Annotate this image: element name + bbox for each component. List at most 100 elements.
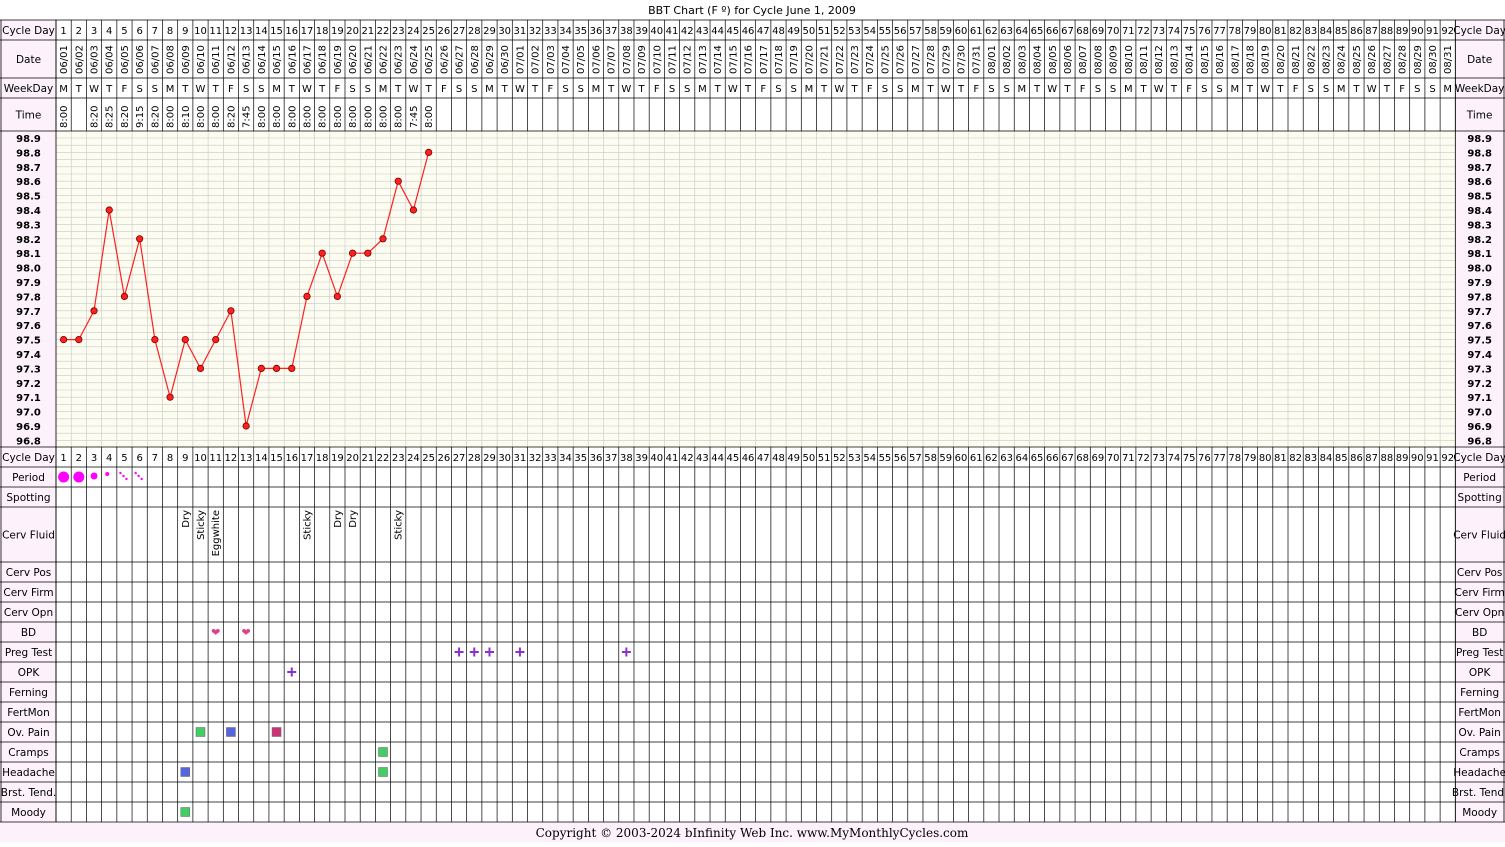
- date-cell: 07/21: [820, 45, 831, 74]
- cycle-day-number: 28: [468, 453, 481, 464]
- weekday-cell: M: [1018, 84, 1027, 95]
- row-label-right-headache: Headache: [1453, 767, 1505, 779]
- cycle-day-number: 88: [1381, 453, 1394, 464]
- time-cell: 8:00: [333, 106, 344, 128]
- date-cell: 08/25: [1352, 45, 1363, 74]
- cycle-day-number: 33: [544, 26, 557, 37]
- row-label-left-ov_pain: Ov. Pain: [7, 727, 49, 739]
- cycle-day-number: 29: [483, 453, 496, 464]
- weekday-cell: S: [791, 84, 797, 95]
- cycle-day-number: 50: [803, 26, 816, 37]
- cycle-day-number: 78: [1228, 453, 1241, 464]
- weekday-cell: T: [181, 84, 189, 95]
- weekday-cell: T: [1276, 84, 1284, 95]
- time-cell: 8:00: [348, 106, 359, 128]
- cerv-fluid-entry: Dry: [181, 510, 192, 528]
- weekday-cell: S: [1003, 84, 1009, 95]
- row-label-left-cerv_fluid: Cerv Fluid: [2, 530, 55, 542]
- bbt-chart: BBT Chart (F º) for Cycle June 1, 2009 C…: [0, 0, 1505, 842]
- time-cell: 7:45: [409, 106, 420, 128]
- date-cell: 06/27: [455, 45, 466, 74]
- weekday-cell: T: [820, 84, 828, 95]
- cycle-day-number: 72: [1137, 26, 1150, 37]
- cycle-day-number: 21: [361, 453, 374, 464]
- cycle-day-number: 27: [453, 453, 466, 464]
- date-cell: 08/01: [987, 45, 998, 74]
- cycle-day-number: 19: [331, 26, 344, 37]
- cycle-day-number: 64: [1015, 26, 1028, 37]
- cycle-day-number: 84: [1320, 453, 1333, 464]
- cycle-day-number: 2: [76, 26, 82, 37]
- weekday-cell: W: [89, 84, 99, 95]
- weekday-cell: T: [318, 84, 326, 95]
- row-label-left-ferning: Ferning: [9, 687, 48, 699]
- date-cell: 08/05: [1048, 45, 1059, 74]
- cycle-day-number: 39: [635, 453, 648, 464]
- row-label-right-time: Time: [1466, 110, 1493, 122]
- cycle-day-number: 9: [182, 26, 188, 37]
- cycle-day-number: 1: [60, 453, 66, 464]
- weekday-cell: S: [1323, 84, 1329, 95]
- cycle-day-number: 57: [909, 26, 922, 37]
- chart-title: BBT Chart (F º) for Cycle June 1, 2009: [648, 4, 856, 17]
- cycle-day-number: 7: [152, 26, 158, 37]
- cycle-day-number: 52: [833, 453, 846, 464]
- cycle-day-number: 5: [121, 26, 127, 37]
- row-label-left-cramps: Cramps: [8, 747, 48, 759]
- y-tick-label-right: 98.6: [1467, 177, 1492, 188]
- cycle-day-number: 62: [985, 26, 998, 37]
- row-label-right-ov_pain: Ov. Pain: [1459, 727, 1501, 739]
- cycle-day-number: 4: [106, 453, 112, 464]
- ov-pain-square-mark: [271, 727, 282, 737]
- cycle-day-number: 76: [1198, 453, 1211, 464]
- y-tick-label-left: 98.2: [16, 235, 41, 246]
- weekday-cell: T: [607, 84, 615, 95]
- y-tick-label-left: 98.3: [16, 220, 41, 231]
- temperature-point: [242, 422, 250, 430]
- date-cell: 07/20: [804, 45, 815, 74]
- cycle-day-number: 55: [879, 453, 892, 464]
- cycle-day-number: 7: [152, 453, 158, 464]
- cycle-day-number: 40: [650, 453, 663, 464]
- time-cell: 8:00: [196, 106, 207, 128]
- row-label-left-date: Date: [16, 54, 41, 66]
- weekday-cell: S: [669, 84, 675, 95]
- time-cell: 8:00: [272, 106, 283, 128]
- y-tick-label-left: 97.2: [16, 379, 41, 390]
- row-label-right-cerv_firm: Cerv Firm: [1455, 587, 1505, 599]
- cycle-day-number: 47: [757, 453, 770, 464]
- temperature-point: [318, 249, 326, 257]
- cycle-day-number: 59: [939, 453, 952, 464]
- weekday-cell: F: [654, 84, 660, 95]
- cycle-day-number: 91: [1426, 453, 1439, 464]
- date-cell: 08/21: [1291, 45, 1302, 74]
- date-cell: 08/30: [1428, 45, 1439, 74]
- row-label-right-cycle_day: Cycle Day: [1453, 25, 1505, 37]
- weekday-cell: S: [258, 84, 264, 95]
- cycle-day-number: 68: [1076, 453, 1089, 464]
- row-label-left-cerv_firm: Cerv Firm: [3, 587, 53, 599]
- weekday-cell: M: [592, 84, 601, 95]
- date-cell: 08/07: [1078, 45, 1089, 74]
- row-label-left-cycle_day: Cycle Day: [2, 452, 55, 464]
- row-label-right-date: Date: [1467, 54, 1492, 66]
- cycle-day-number: 48: [772, 26, 785, 37]
- cycle-day-number: 53: [848, 453, 861, 464]
- row-label-right-cerv_pos: Cerv Pos: [1457, 567, 1503, 579]
- weekday-cell: M: [59, 84, 68, 95]
- date-cell: 06/02: [74, 45, 85, 74]
- cycle-day-number: 4: [106, 26, 112, 37]
- cycle-day-number: 79: [1244, 453, 1257, 464]
- weekday-cell: S: [152, 84, 158, 95]
- cycle-day-number: 43: [696, 453, 709, 464]
- cycle-day-number: 92: [1441, 453, 1454, 464]
- date-cell: 06/04: [105, 45, 116, 74]
- cycle-day-number: 11: [209, 26, 222, 37]
- weekday-cell: F: [1293, 84, 1299, 95]
- cycle-day-number: 42: [681, 26, 694, 37]
- date-cell: 08/10: [1124, 45, 1135, 74]
- weekday-cell: T: [425, 84, 433, 95]
- weekday-cell: T: [1063, 84, 1071, 95]
- date-cell: 07/19: [789, 45, 800, 74]
- cycle-day-number: 68: [1076, 26, 1089, 37]
